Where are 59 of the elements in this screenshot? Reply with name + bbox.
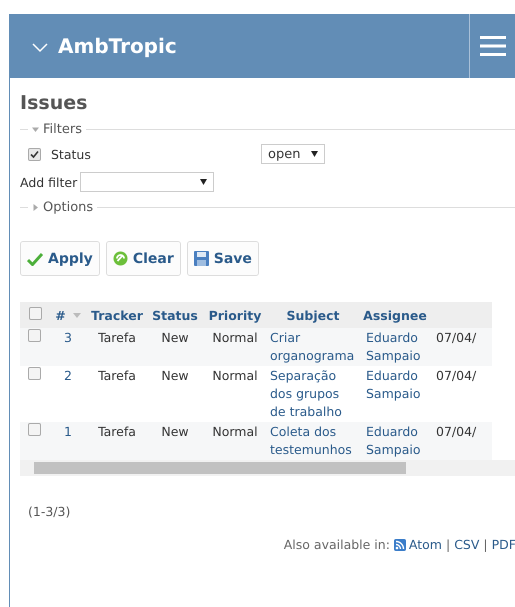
pagination-count: (1-3/3) [28,504,72,519]
operator-select[interactable]: open [261,144,325,164]
feed-icon [394,538,406,550]
apply-button[interactable]: Apply [20,241,100,276]
issue-id-link[interactable]: 2 [64,368,72,383]
subject-link[interactable]: Criar organograma [270,329,356,365]
date-cell: 07/04/ [432,422,492,460]
add-filter-select[interactable] [80,172,214,192]
tracker-cell: Tarefa [86,366,148,422]
checkbox[interactable] [28,307,42,320]
clear-button[interactable]: Clear [106,241,181,276]
assignee-link[interactable]: Eduardo Sampaio [366,329,430,365]
caret-icon [200,179,208,185]
checkbox[interactable] [28,148,41,160]
separator: | [483,537,488,552]
status-cell: New [148,366,202,422]
priority-cell: Normal [202,366,268,422]
chevron-down-icon[interactable] [32,43,48,53]
check-icon [27,252,43,266]
issue-id-link[interactable]: 1 [64,424,72,439]
page-title: Issues [20,92,88,114]
column-header[interactable]: # [50,302,86,328]
date-cell: 07/04/ [432,328,492,366]
formats-label: Also available in: [284,537,390,552]
column-header[interactable]: Priority [202,302,268,328]
assignee-link[interactable]: Eduardo Sampaio [366,423,430,459]
subject-link[interactable]: Coleta dos testemunhos [270,423,356,459]
filter-label: Status [51,146,92,162]
status-cell: New [148,328,202,366]
priority-cell: Normal [202,328,268,366]
subject-link[interactable]: Separação dos grupos de trabalho [270,367,356,421]
column-header[interactable]: Tracker [86,302,148,328]
format-link[interactable]: PDF [492,537,515,552]
separator: | [446,537,450,552]
column-header[interactable]: Status [148,302,202,328]
filters-legend[interactable]: Filters [43,122,82,137]
project-title: AmbTropic [58,34,178,58]
scrollbar-thumb[interactable] [34,462,406,474]
menu-icon [480,35,506,57]
caret-icon [311,151,318,157]
checkbox[interactable] [28,367,41,380]
checkbox[interactable] [28,423,41,436]
date-cell: 07/04/ [432,366,492,422]
refresh-icon [112,251,128,266]
assignee-link[interactable]: Eduardo Sampaio [366,367,430,403]
save-button[interactable]: Save [186,241,259,276]
status-cell: New [148,422,202,460]
format-link[interactable]: Atom [394,537,442,552]
priority-cell: Normal [202,422,268,460]
column-header[interactable]: Subject [268,302,358,328]
add-filter-label: Add filter [20,174,78,190]
format-link[interactable]: CSV [454,537,480,552]
issue-id-link[interactable]: 3 [64,330,72,345]
tracker-cell: Tarefa [86,328,148,366]
column-header[interactable]: Assignee [358,302,432,328]
tracker-cell: Tarefa [86,422,148,460]
checkbox[interactable] [28,329,41,342]
horizontal-scrollbar[interactable] [20,460,515,476]
options-legend[interactable]: Options [43,200,94,215]
